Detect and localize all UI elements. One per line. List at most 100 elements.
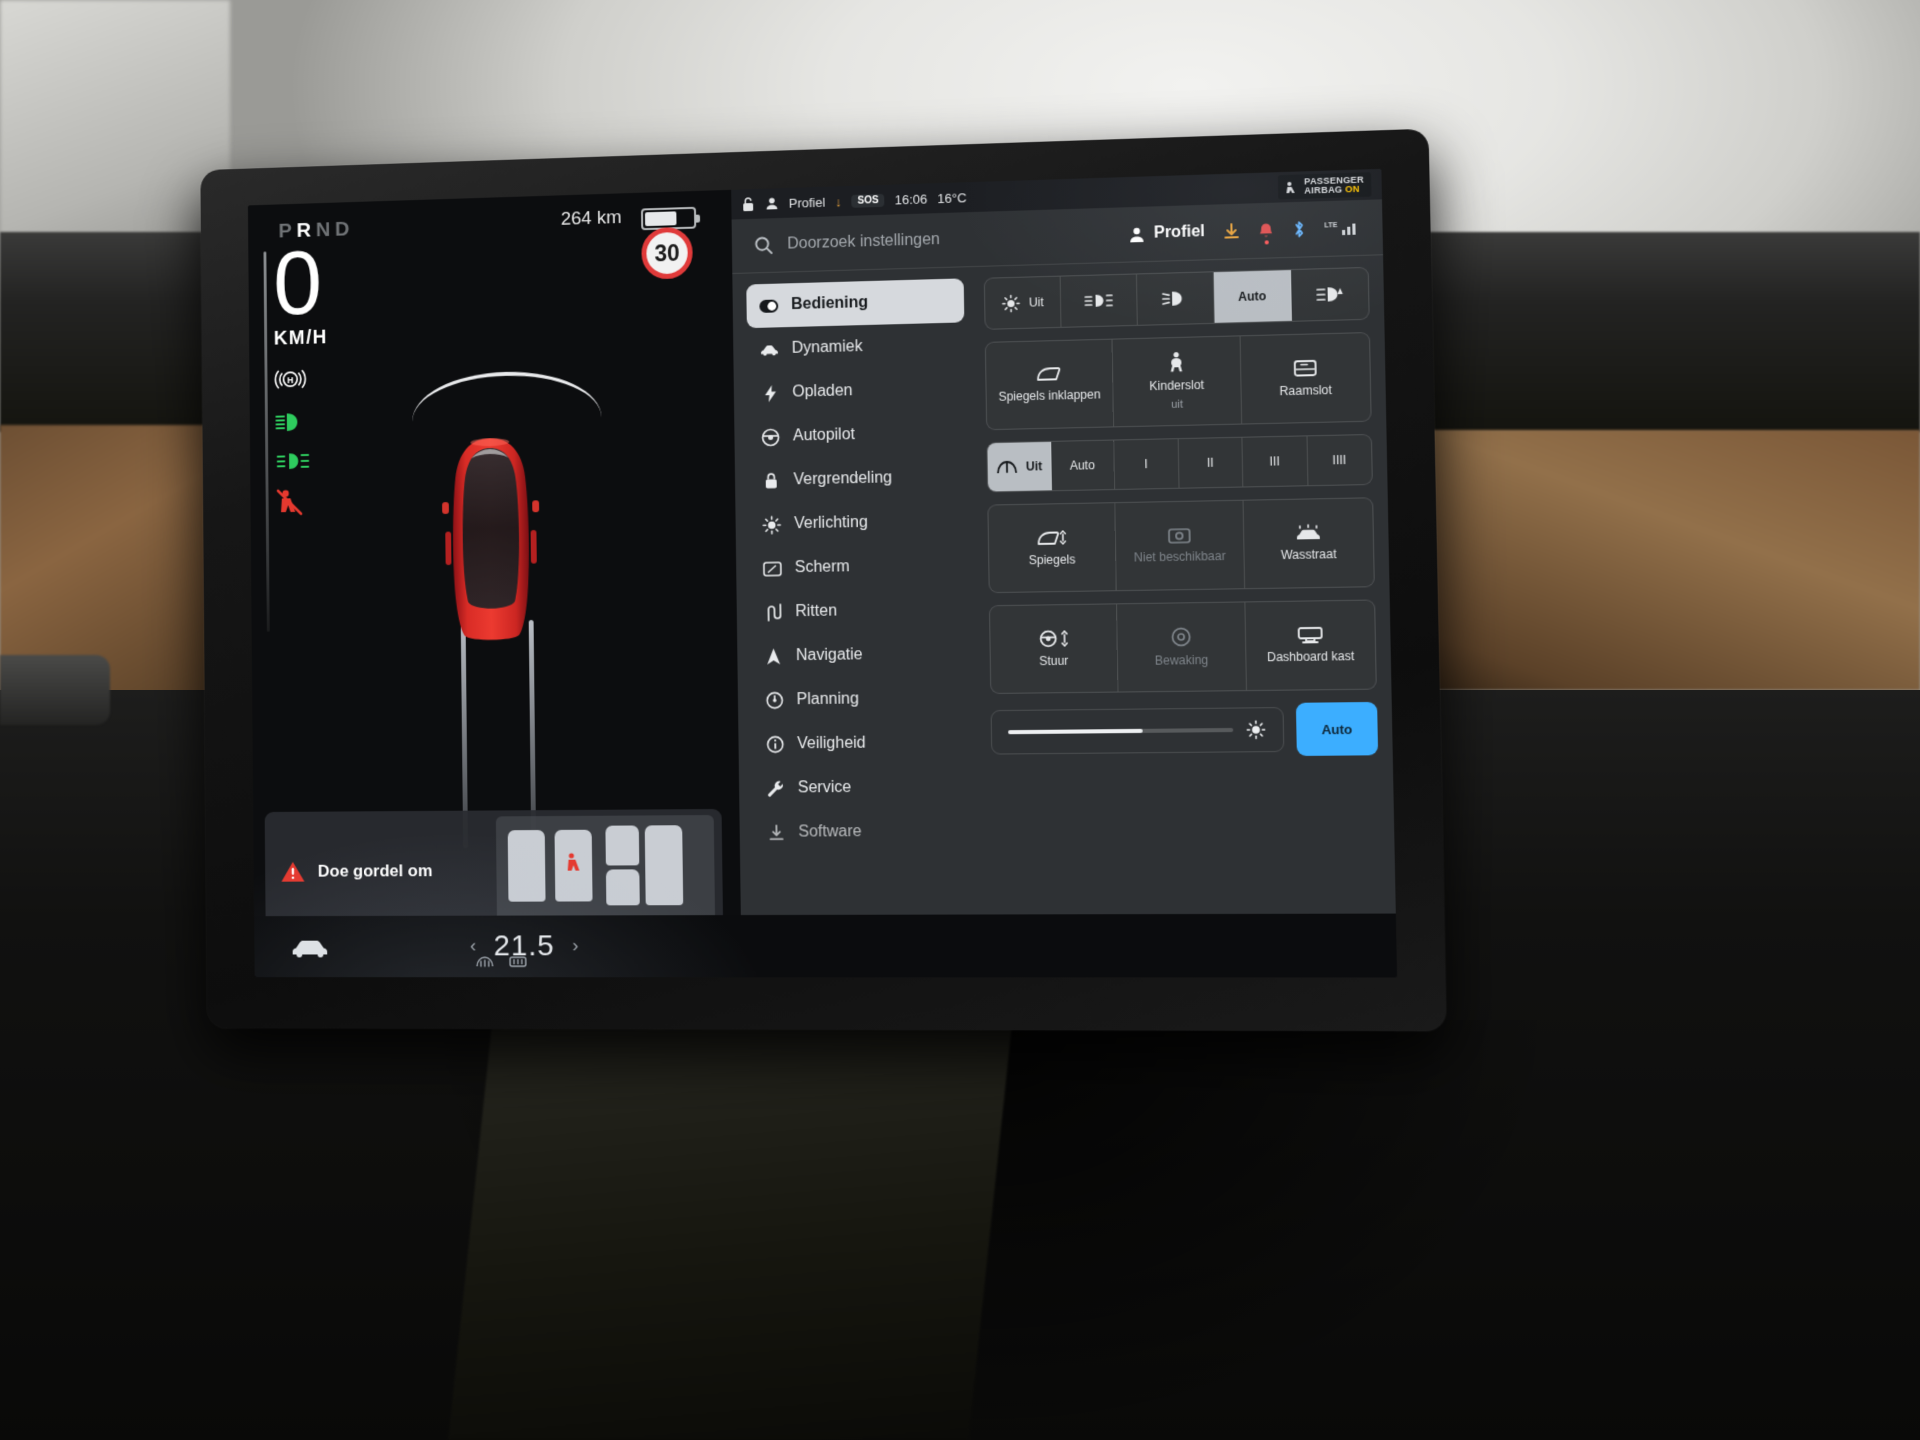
profile-button[interactable]: Profiel	[1128, 223, 1205, 243]
child-lock-button[interactable]: Kinderslot uit	[1112, 336, 1243, 427]
sidebar-item-dynamiek[interactable]: Dynamiek	[747, 322, 965, 371]
notifications-bell-icon[interactable]	[1258, 221, 1274, 239]
rear-defroster-icon[interactable]	[508, 955, 528, 968]
profile-status-icon[interactable]	[765, 196, 779, 210]
headlights-off-button[interactable]: Uit	[984, 276, 1062, 329]
search-icon[interactable]	[754, 235, 774, 255]
shield-info-icon	[765, 735, 784, 753]
clock-label: 16:06	[894, 190, 928, 207]
sidebar-label-ritten: Ritten	[795, 602, 838, 621]
airbag-state: ON	[1345, 183, 1360, 195]
sidebar-item-service[interactable]: Service	[753, 765, 972, 811]
wiper-auto-button[interactable]: Auto	[1050, 440, 1116, 491]
sidebar-label-scherm: Scherm	[794, 558, 850, 577]
sidebar-item-planning[interactable]: Planning	[752, 676, 971, 723]
mirror-fold-icon	[1035, 365, 1064, 384]
sidebar-item-opladen[interactable]: Opladen	[747, 366, 965, 415]
sidebar-item-veiligheid[interactable]: Veiligheid	[752, 720, 971, 766]
car-controls-icon[interactable]	[291, 936, 330, 958]
profile-icon	[1128, 225, 1146, 243]
brightness-slider[interactable]	[990, 707, 1285, 755]
gear-d: D	[334, 217, 355, 241]
driving-visualization-panel: PRND 0 KM/H H 264 km 30 Doe gordel om	[247, 189, 742, 978]
alert-message: Doe gordel om	[317, 861, 433, 881]
auto-high-beam-icon	[1314, 285, 1345, 304]
headlights-auto-button[interactable]: Auto	[1213, 270, 1292, 323]
temp-increase-button[interactable]: ›	[572, 935, 578, 957]
lock-status-icon[interactable]	[741, 196, 755, 212]
sidebar-label-bediening: Bediening	[791, 294, 869, 314]
sidebar-item-navigatie[interactable]: Navigatie	[751, 632, 970, 679]
occupant-seat-map: ↑	[495, 815, 716, 939]
low-beam-button[interactable]	[1136, 272, 1215, 325]
brightness-track[interactable]	[1008, 727, 1234, 735]
wiper-speed-1-button[interactable]: I	[1114, 439, 1180, 490]
seat-driver	[507, 830, 546, 902]
steering-sentry-glovebox-row: Stuur Bewaking Dashboard kast	[988, 599, 1377, 694]
window-lock-icon	[1293, 358, 1318, 379]
center-console	[448, 1025, 1012, 1440]
settings-sidebar: Bediening Dynamiek Opladen Autopilot Ver…	[746, 278, 972, 854]
wiper-speed-2-button[interactable]: II	[1178, 437, 1244, 488]
brightness-icon	[1245, 719, 1266, 740]
sidebar-item-verlichting[interactable]: Verlichting	[749, 499, 968, 547]
sos-badge[interactable]: SOS	[851, 193, 885, 208]
sidebar-label-service: Service	[797, 778, 852, 797]
outside-temp-label: 16°C	[937, 189, 967, 206]
climate-bottom-bar: ‹ 21.5 ›	[254, 913, 1398, 978]
parking-lights-button[interactable]	[1060, 274, 1138, 327]
seat-rear-left	[605, 825, 640, 866]
speed-unit: KM/H	[273, 326, 328, 350]
wiper-off-button[interactable]: Uit	[987, 441, 1052, 492]
sidebar-label-autopilot: Autopilot	[792, 426, 856, 445]
sidebar-item-ritten[interactable]: Ritten	[750, 587, 969, 634]
low-beam-icon	[1161, 289, 1190, 308]
steering-adjust-button[interactable]: Stuur	[989, 604, 1119, 693]
glovebox-button[interactable]: Dashboard kast	[1245, 601, 1375, 691]
vehicle-render	[438, 435, 543, 642]
bluetooth-icon[interactable]	[1292, 220, 1306, 239]
camera-unavailable-button[interactable]: Niet beschikbaar	[1115, 500, 1246, 591]
wiper-speed-3-button[interactable]: III	[1242, 436, 1308, 487]
touchscreen-display[interactable]: PRND 0 KM/H H 264 km 30 Doe gordel om Pr…	[247, 168, 1398, 978]
software-download-icon[interactable]	[1223, 222, 1240, 240]
bolt-icon	[760, 384, 779, 403]
svg-text:LTE: LTE	[1324, 222, 1338, 230]
headlight-off-icon	[1001, 293, 1020, 313]
sentry-mode-button[interactable]: Bewaking	[1117, 602, 1247, 692]
sidebar-item-bediening[interactable]: Bediening	[746, 278, 965, 329]
mirror-adjust-icon	[1036, 528, 1067, 549]
lock-icon	[762, 472, 781, 490]
wrench-icon	[766, 779, 785, 797]
download-status-icon[interactable]: ↓	[835, 194, 842, 209]
profile-label: Profiel	[1153, 223, 1205, 242]
sidebar-label-dynamiek: Dynamiek	[791, 338, 863, 357]
speed-value: 0	[272, 233, 323, 334]
wiper-speed-3-label: III	[1269, 454, 1280, 469]
sun-icon	[762, 515, 781, 534]
dashboard-wood-trim-right	[1400, 430, 1920, 690]
settings-top-icons: Profiel LTE	[1128, 218, 1360, 243]
window-lock-button[interactable]: Raamslot	[1241, 333, 1371, 423]
adjust-mirrors-label: Spiegels	[1028, 552, 1076, 568]
wiper-speed-4-button[interactable]: IIII	[1307, 435, 1372, 485]
speed-limit-sign: 30	[641, 226, 693, 280]
brightness-auto-button[interactable]: Auto	[1295, 701, 1379, 756]
front-fog-light-icon	[275, 449, 311, 473]
front-defroster-icon[interactable]	[475, 955, 495, 968]
fold-mirrors-button[interactable]: Spiegels inklappen	[985, 339, 1115, 430]
adjust-mirrors-button[interactable]: Spiegels	[988, 503, 1117, 593]
sidebar-item-vergrendeling[interactable]: Vergrendeling	[749, 455, 967, 503]
glovebox-label: Dashboard kast	[1266, 649, 1355, 665]
sidebar-item-autopilot[interactable]: Autopilot	[748, 411, 966, 460]
wiper-speed-1-label: I	[1144, 456, 1148, 472]
sidebar-item-scherm[interactable]: Scherm	[750, 543, 969, 591]
touchscreen-bezel: PRND 0 KM/H H 264 km 30 Doe gordel om Pr…	[200, 128, 1447, 1032]
seatbelt-alert-card[interactable]: Doe gordel om ↑	[264, 808, 724, 939]
car-wash-icon	[1294, 524, 1323, 543]
sidebar-item-software[interactable]: Software	[753, 809, 972, 855]
profile-status-label[interactable]: Profiel	[789, 194, 826, 210]
car-wash-button[interactable]: Wasstraat	[1244, 498, 1374, 588]
search-input[interactable]: Doorzoek instellingen	[787, 231, 940, 253]
auto-high-beam-button[interactable]	[1291, 268, 1369, 321]
